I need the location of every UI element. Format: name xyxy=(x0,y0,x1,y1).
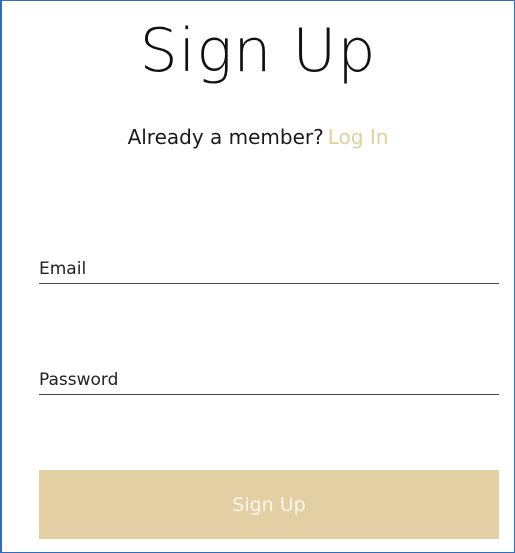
login-link[interactable]: Log In xyxy=(328,125,389,149)
password-input[interactable] xyxy=(39,366,499,394)
login-prompt: Already a member? Log In xyxy=(2,121,514,153)
sign-up-button[interactable]: Sign Up xyxy=(39,470,499,539)
email-field[interactable]: Email xyxy=(39,255,499,284)
email-input[interactable] xyxy=(39,255,499,283)
page-title: Sign Up xyxy=(139,16,377,86)
password-field[interactable]: Password xyxy=(39,366,499,395)
member-prompt-text: Already a member? xyxy=(127,125,324,149)
signup-panel: Sign Up Already a member? Log In Email Pa… xyxy=(0,0,515,553)
